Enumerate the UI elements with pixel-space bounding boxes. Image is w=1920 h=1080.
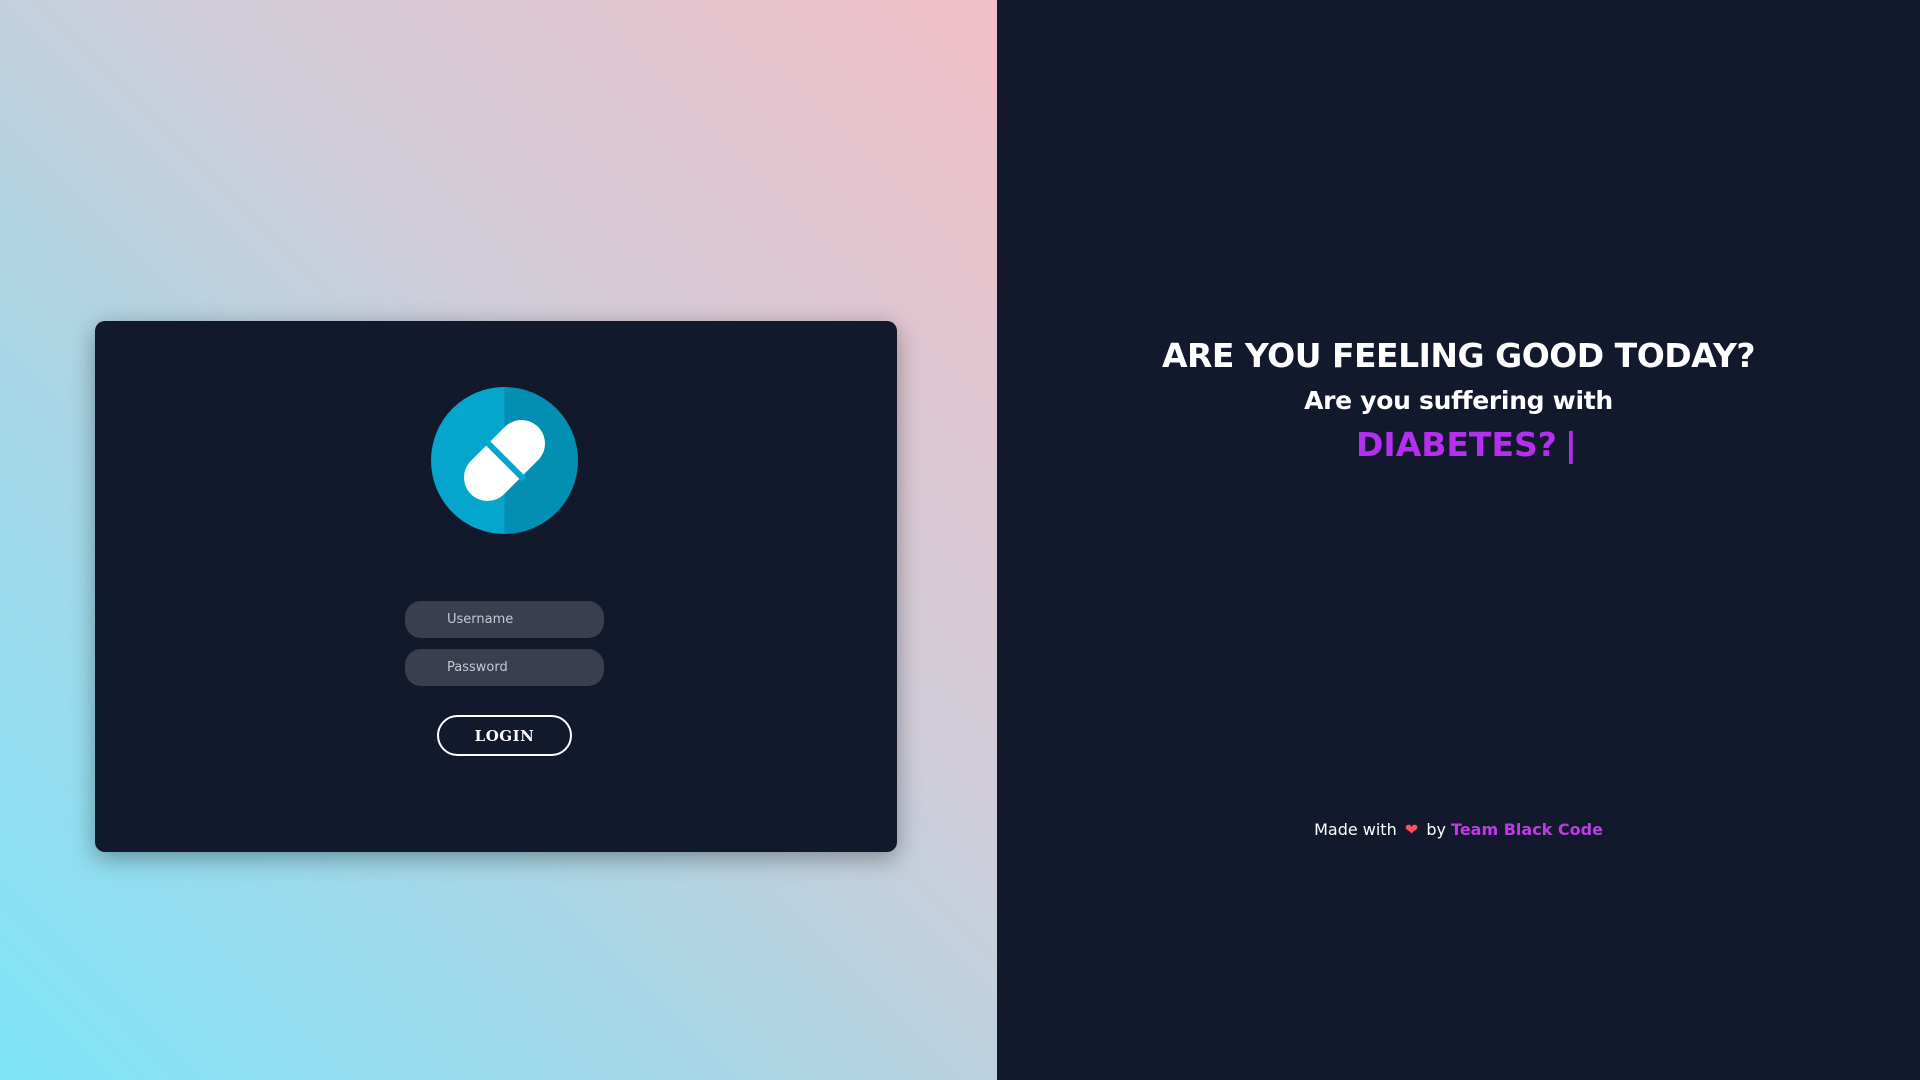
pill-icon (431, 387, 578, 534)
password-input[interactable] (405, 649, 604, 686)
typing-cursor: | (1564, 425, 1577, 464)
right-dark-panel: ARE YOU FEELING GOOD TODAY? Are you suff… (997, 0, 1920, 1080)
login-card: LOGIN (95, 321, 897, 852)
page: LOGIN ARE YOU FEELING GOOD TODAY? Are yo… (0, 0, 1920, 1080)
team-link[interactable]: Team Black Code (1451, 820, 1603, 839)
typed-condition-text: DIABETES? | (997, 425, 1920, 464)
subheadline: Are you suffering with (1304, 386, 1613, 415)
footer-by: by (1426, 820, 1446, 839)
footer-made-with: Made with (1314, 820, 1397, 839)
login-button[interactable]: LOGIN (437, 715, 572, 756)
footer-credit: Made with ❤ by Team Black Code (997, 820, 1920, 839)
headline: ARE YOU FEELING GOOD TODAY? (1161, 336, 1756, 375)
heart-icon: ❤ (1404, 820, 1419, 839)
typed-word: DIABETES? (1356, 425, 1557, 464)
left-gradient-panel: LOGIN (0, 0, 997, 1080)
username-input[interactable] (405, 601, 604, 638)
